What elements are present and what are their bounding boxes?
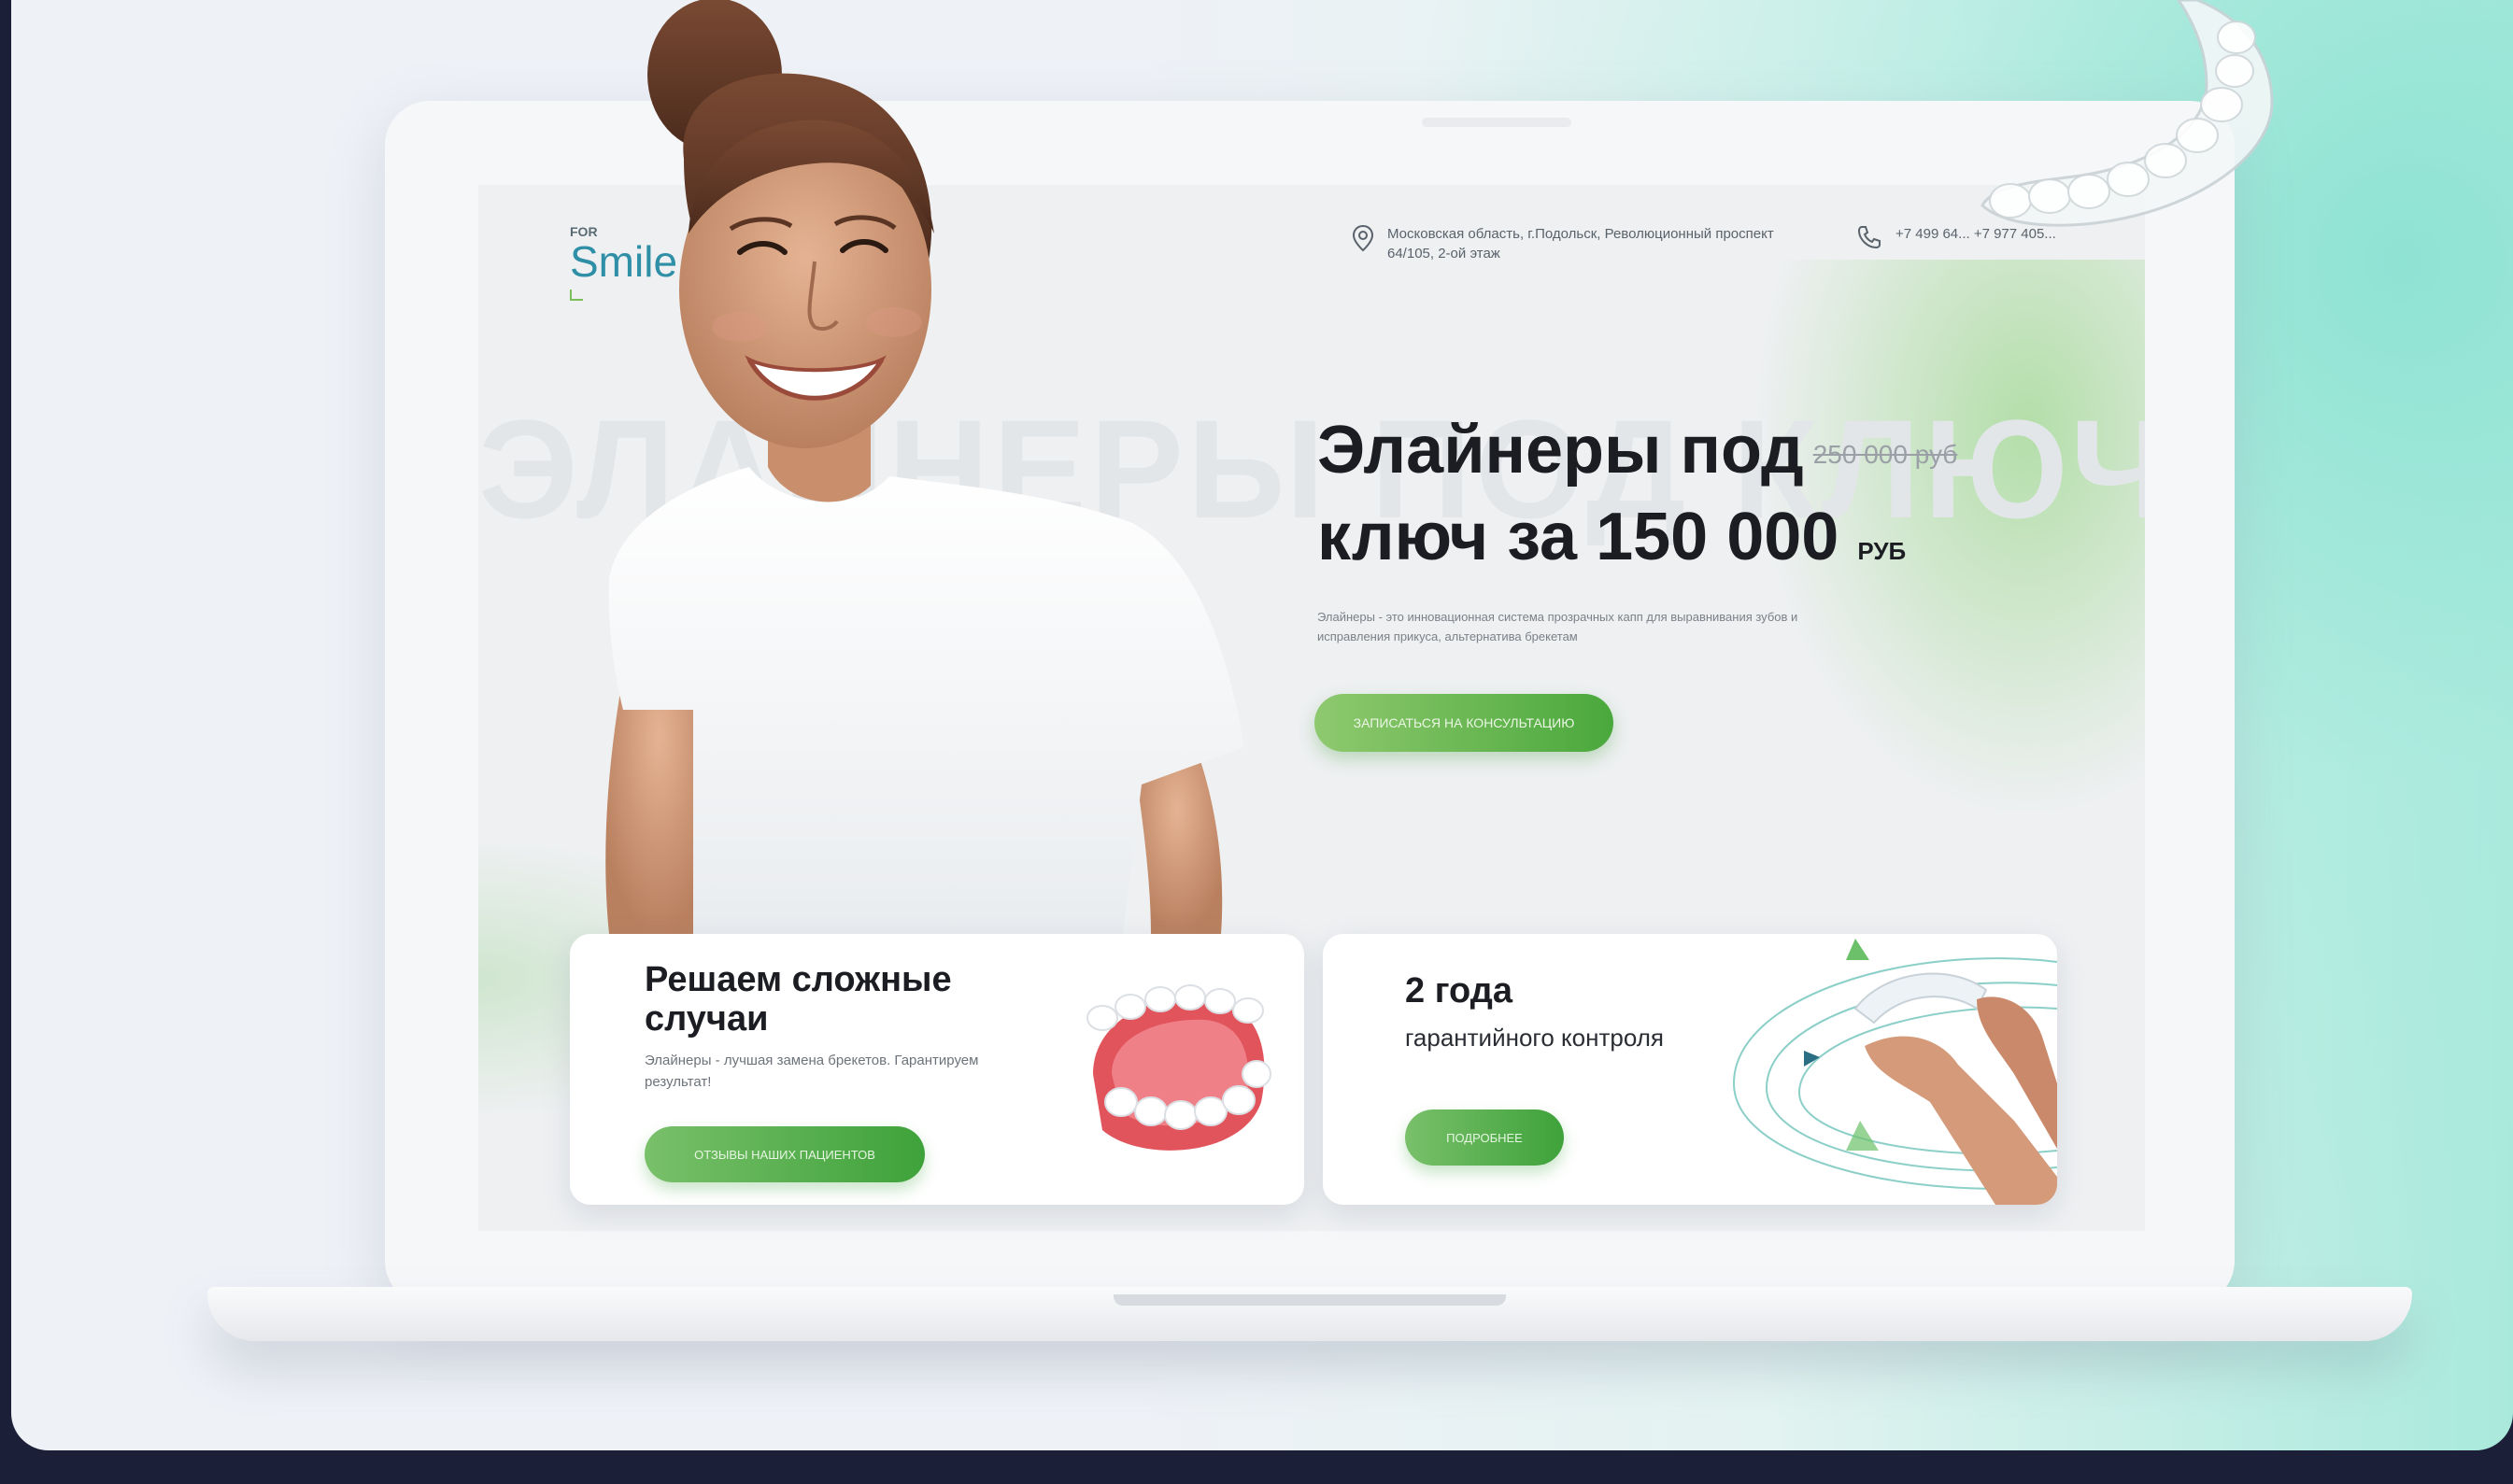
currency-label: РУБ <box>1857 536 1907 565</box>
camera-notch <box>1422 118 1571 127</box>
phone-icon <box>1857 226 1881 249</box>
smiling-woman-photo <box>605 0 1244 934</box>
old-price: 250 000 руб <box>1812 439 1958 469</box>
aligner-in-hands-image <box>1732 939 2057 1205</box>
complex-cases-card: Решаем сложные случаи Элайнеры - лучшая … <box>570 934 1304 1205</box>
laptop-base <box>207 1287 2412 1341</box>
card-subtitle: Элайнеры - лучшая замена брекетов. Гаран… <box>645 1053 979 1090</box>
header-address: Московская область, г.Подольск, Революци… <box>1352 224 1817 263</box>
warranty-subtitle: гарантийного контроля <box>1405 1024 1665 1052</box>
warranty-card: 2 года гарантийного контроля ПОДРОБНЕЕ <box>1323 934 2057 1205</box>
warranty-years: 2 года <box>1405 971 1512 1011</box>
card-title: Решаем сложные случаи <box>645 960 952 1039</box>
hero-description: Элайнеры - это инновационная система про… <box>1317 610 1798 643</box>
headline-line-1: Элайнеры под <box>1317 413 1804 488</box>
address-text: Московская область, г.Подольск, Революци… <box>1387 226 1774 261</box>
headline-line-2: ключ за 150 000 <box>1317 499 1839 574</box>
hero-headline: Элайнеры под 250 000 руб ключ за 150 000 … <box>1317 409 2121 592</box>
clear-aligner-image <box>1981 0 2274 227</box>
more-details-button[interactable]: ПОДРОБНЕЕ <box>1405 1109 1564 1166</box>
promo-frame: ЭЛАЙНЕРЫ ПОД КЛЮЧ FOR Smile Московская о… <box>11 0 2513 1450</box>
dental-model-image <box>1086 984 1271 1151</box>
patient-reviews-button[interactable]: ОТЗЫВЫ НАШИХ ПАЦИЕНТОВ <box>645 1126 925 1182</box>
consultation-button[interactable]: ЗАПИСАТЬСЯ НА КОНСУЛЬТАЦИЮ <box>1314 694 1613 752</box>
